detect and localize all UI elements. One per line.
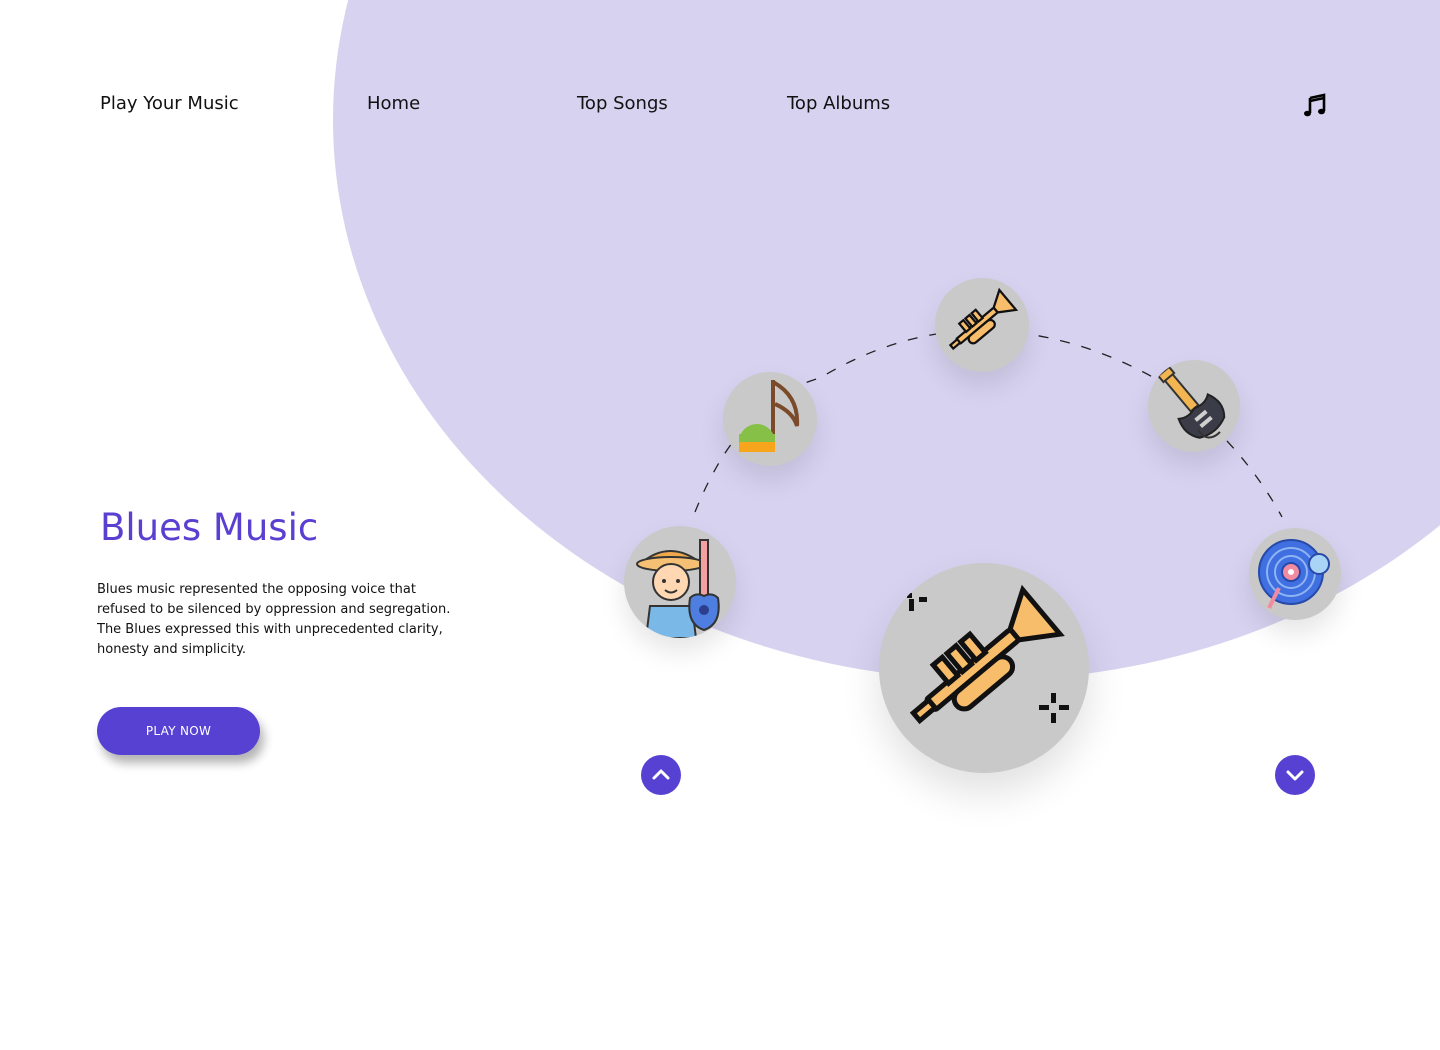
carousel-next-button[interactable] bbox=[1275, 755, 1315, 795]
eighth-note-icon bbox=[739, 380, 800, 452]
play-now-button[interactable]: PLAY NOW bbox=[97, 707, 260, 755]
chevron-up-icon bbox=[652, 769, 670, 780]
nav-link-top-songs[interactable]: Top Songs bbox=[577, 93, 668, 114]
page: Play Your Music Home Top Songs Top Album… bbox=[0, 0, 1440, 1050]
chevron-down-icon bbox=[1286, 770, 1304, 781]
selected-item-trumpet[interactable] bbox=[879, 563, 1089, 773]
nav-link-home[interactable]: Home bbox=[367, 93, 420, 114]
hero-title: Blues Music bbox=[100, 506, 319, 549]
trumpet-large-icon bbox=[907, 584, 1069, 725]
hero-description: Blues music represented the opposing voi… bbox=[97, 582, 451, 657]
carousel-item-music-note[interactable] bbox=[723, 372, 817, 466]
nav-link-top-albums[interactable]: Top Albums bbox=[787, 93, 890, 114]
brand-logo-text[interactable]: Play Your Music bbox=[100, 93, 239, 114]
carousel-item-guitar-player[interactable] bbox=[624, 526, 736, 638]
carousel-item-electric-guitar[interactable] bbox=[1148, 360, 1240, 452]
electric-guitar-icon bbox=[1156, 365, 1226, 439]
vinyl-record-icon bbox=[1258, 539, 1330, 609]
carousel-item-vinyl[interactable] bbox=[1249, 528, 1341, 620]
trumpet-icon bbox=[948, 287, 1019, 351]
carousel-item-trumpet[interactable] bbox=[935, 278, 1029, 372]
carousel-prev-button[interactable] bbox=[641, 755, 681, 795]
music-note-icon[interactable] bbox=[1302, 93, 1328, 119]
singer-with-guitar-icon bbox=[636, 539, 720, 638]
